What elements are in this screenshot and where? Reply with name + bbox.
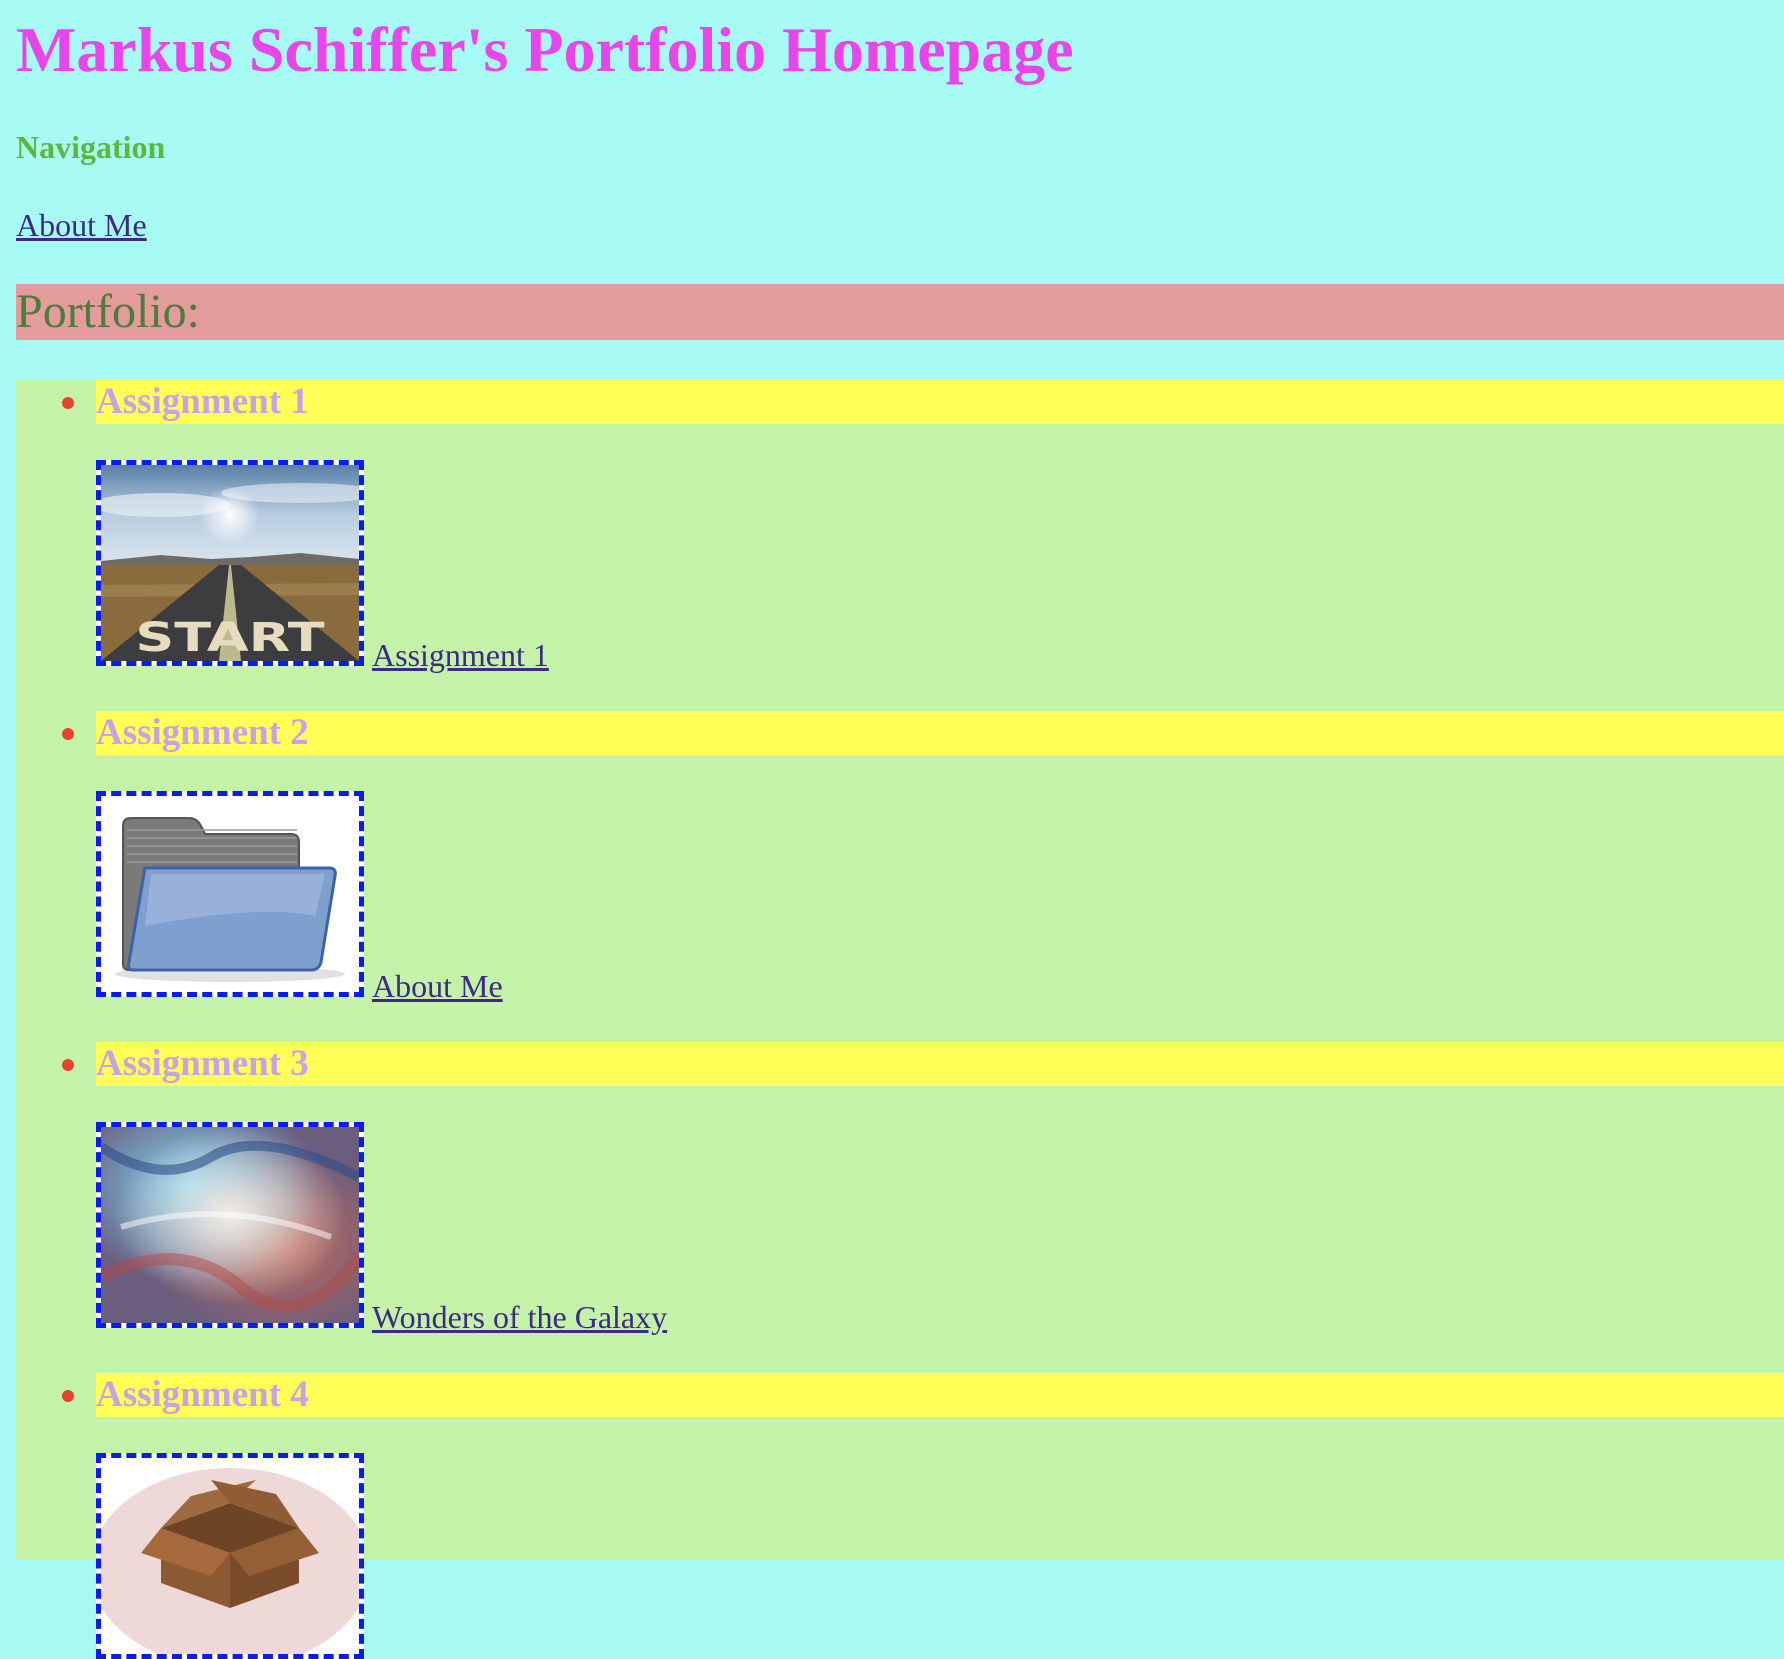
wonders-of-the-galaxy-link[interactable]: Wonders of the Galaxy: [372, 1300, 667, 1334]
bullet-icon: [62, 1059, 74, 1071]
about-me-link[interactable]: About Me: [372, 969, 503, 1003]
item-heading-2: Assignment 2: [96, 711, 1784, 755]
page-header: Markus Schiffer's Portfolio Homepage Nav…: [16, 0, 1784, 244]
start-road-image[interactable]: START: [96, 460, 364, 666]
assignment-1-link[interactable]: Assignment 1: [372, 638, 549, 672]
navigation-links: About Me: [16, 206, 1784, 244]
bullet-icon: [62, 1390, 74, 1402]
portfolio-heading: Portfolio:: [16, 285, 201, 338]
bullet-icon: [62, 397, 74, 409]
folder-graphic: [115, 817, 345, 982]
portfolio-section-bar: Portfolio:: [16, 284, 1784, 340]
item-heading-1: Assignment 1: [96, 380, 1784, 424]
bullet-icon: [62, 728, 74, 740]
page-title: Markus Schiffer's Portfolio Homepage: [16, 14, 1074, 85]
galaxy-image[interactable]: [96, 1122, 364, 1328]
item-heading-3: Assignment 3: [96, 1042, 1784, 1086]
open-box-icon[interactable]: [96, 1453, 364, 1659]
open-box-graphic: [101, 1468, 359, 1654]
start-road-graphic: START: [101, 465, 359, 661]
folder-icon[interactable]: [96, 791, 364, 997]
galaxy-graphic: [101, 1127, 359, 1323]
nav-link-about-me[interactable]: About Me: [16, 207, 147, 243]
start-road-text: START: [135, 615, 325, 661]
navigation-heading: Navigation: [16, 129, 166, 165]
item-heading-4: Assignment 4: [96, 1373, 1784, 1417]
portfolio-list: Assignment 1 START Assignment 1 Assignme…: [16, 380, 1784, 1659]
